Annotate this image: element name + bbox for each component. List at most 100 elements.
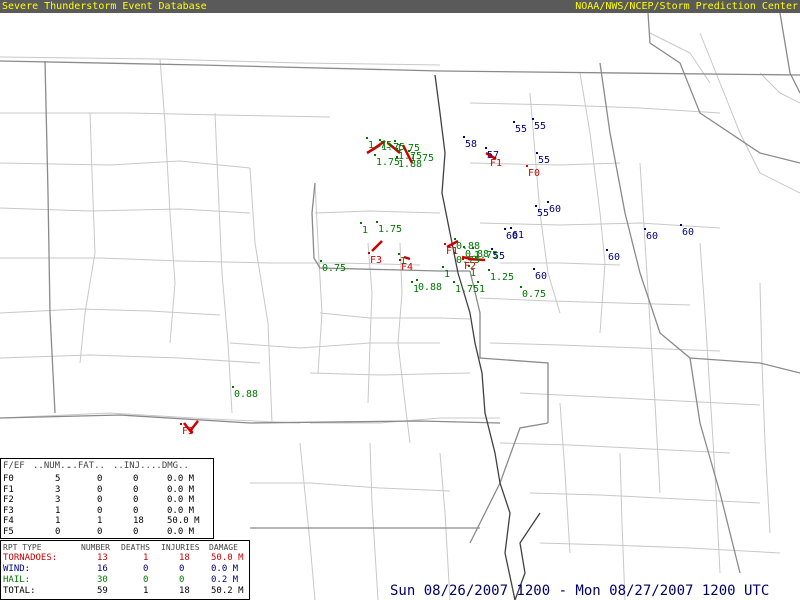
fscale-cell: F5 [3, 526, 14, 537]
wind-report-dot [547, 201, 549, 203]
hail-report-label: 0.75 [522, 289, 546, 300]
fscale-cell: 18 [133, 516, 144, 526]
fscale-header: ..FAT.. [67, 461, 105, 471]
tornado-report-dot [526, 165, 528, 167]
fscale-cell: 0 [97, 474, 103, 484]
agency-name: NOAA/NWS/NCEP/Storm Prediction Center [575, 1, 798, 12]
totals-cell: 18 [179, 553, 190, 563]
totals-cell: 30 [97, 575, 108, 585]
tornado-report-label: F3 [182, 426, 194, 437]
hail-report-label: 0.88 [234, 389, 258, 400]
wind-report-dot [504, 228, 506, 230]
wind-report-dot [644, 228, 646, 230]
totals-cell: 0 [179, 564, 185, 574]
totals-cell: TORNADOES: [3, 553, 58, 563]
hail-report-label: 1.25 [490, 272, 514, 283]
wind-report-dot [536, 152, 538, 154]
hail-report-label: 1 [400, 256, 406, 267]
wind-report-label: 60 [646, 231, 658, 242]
hail-report-label: 1.75 [376, 157, 400, 168]
fscale-cell: 5 [55, 474, 61, 484]
fscale-header: ..NUM.. [33, 461, 71, 471]
hail-report-dot [453, 281, 455, 283]
wind-report-label: 60 [608, 252, 620, 263]
fscale-cell: 0 [133, 526, 139, 537]
wind-report-dot [680, 224, 682, 226]
fscale-cell: 3 [55, 484, 61, 495]
fscale-cell: 1 [97, 516, 103, 526]
fscale-cell: 0 [55, 526, 61, 537]
fscale-header: F/EF [3, 461, 25, 471]
hail-report-label: 0.75 [456, 255, 480, 266]
tornado-report-dot [444, 243, 446, 245]
totals-cell: 0.2 M [211, 575, 239, 585]
totals-cell: 13 [97, 553, 108, 563]
fscale-cell: 0.0 M [167, 505, 195, 516]
wind-report-label: 55 [537, 208, 549, 219]
fscale-table: F/EF ..NUM.. ..FAT.. ..INJ.. ..DMG.. F0 5 0 0 0.0… [0, 458, 214, 539]
wind-report-dot [532, 118, 534, 120]
fscale-cell: 0 [133, 484, 139, 495]
wind-report-dot [606, 249, 608, 251]
database-title: Severe Thunderstorm Event Database [2, 1, 207, 12]
wind-report-label: 55 [538, 155, 550, 166]
totals-header: DAMAGE [209, 543, 238, 552]
fscale-cell: F1 [3, 484, 14, 495]
fscale-cell: 1 [55, 516, 61, 526]
hail-report-label: 1.88 [398, 159, 422, 170]
hail-report-dot [442, 266, 444, 268]
fscale-cell: 3 [55, 495, 61, 505]
hail-report-dot [374, 154, 376, 156]
totals-cell: 50.0 M [211, 553, 244, 563]
wind-report-label: 61 [512, 230, 524, 241]
wind-report-label: 58 [465, 139, 477, 150]
fscale-header: ..INJ.. [113, 461, 151, 471]
totals-cell: 0 [143, 564, 149, 574]
fscale-cell: 0 [97, 484, 103, 495]
fscale-cell: 0.0 M [167, 495, 195, 505]
header-bar: Severe Thunderstorm Event Database NOAA/… [0, 0, 800, 13]
tornado-track [371, 240, 383, 252]
hail-report-dot [520, 286, 522, 288]
wind-report-label: 57 [487, 150, 499, 161]
totals-cell: TOTAL: [3, 586, 36, 596]
hail-report-dot [232, 386, 234, 388]
fscale-cell: 0.0 M [167, 526, 195, 537]
wind-report-dot [463, 136, 465, 138]
wind-report-dot [510, 227, 512, 229]
hail-report-label: 1 [470, 268, 476, 279]
fscale-cell: 1 [55, 505, 61, 516]
hail-report-label: 1 [362, 225, 368, 236]
hail-report-label: 1 [444, 269, 450, 280]
totals-cell: 1 [143, 553, 149, 563]
hail-report-dot [366, 137, 368, 139]
wind-report-label: 60 [682, 227, 694, 238]
wind-report-dot [513, 121, 515, 123]
totals-cell: 50.2 M [211, 586, 244, 596]
fscale-cell: 0 [133, 495, 139, 505]
totals-cell: 0 [143, 575, 149, 585]
totals-cell: 59 [97, 586, 108, 596]
wind-report-dot [533, 268, 535, 270]
fscale-cell: 0 [97, 526, 103, 537]
report-locations [180, 118, 682, 425]
wind-report-label: 55 [534, 121, 546, 132]
wind-report-label: 60 [549, 204, 561, 215]
date-range: Sun 08/26/2007 1200 - Mon 08/27/2007 120… [390, 583, 770, 599]
wind-report-label: 55 [515, 124, 527, 135]
fscale-cell: 0 [97, 495, 103, 505]
totals-cell: 0.0 M [211, 564, 239, 574]
fscale-cell: F2 [3, 495, 14, 505]
hail-report-dot [454, 238, 456, 240]
fscale-cell: 0 [133, 474, 139, 484]
wind-report-dot [535, 205, 537, 207]
hail-report-dot [376, 221, 378, 223]
hail-report-label: 0.88 [418, 282, 442, 293]
hail-report-dot [411, 281, 413, 283]
hail-report-label: 1.75 [455, 284, 479, 295]
totals-cell: 16 [97, 564, 108, 574]
hail-report-dot [320, 260, 322, 262]
fscale-cell: 0 [97, 505, 103, 516]
tornado-report-dot [368, 252, 370, 254]
totals-cell: WIND: [3, 564, 31, 574]
